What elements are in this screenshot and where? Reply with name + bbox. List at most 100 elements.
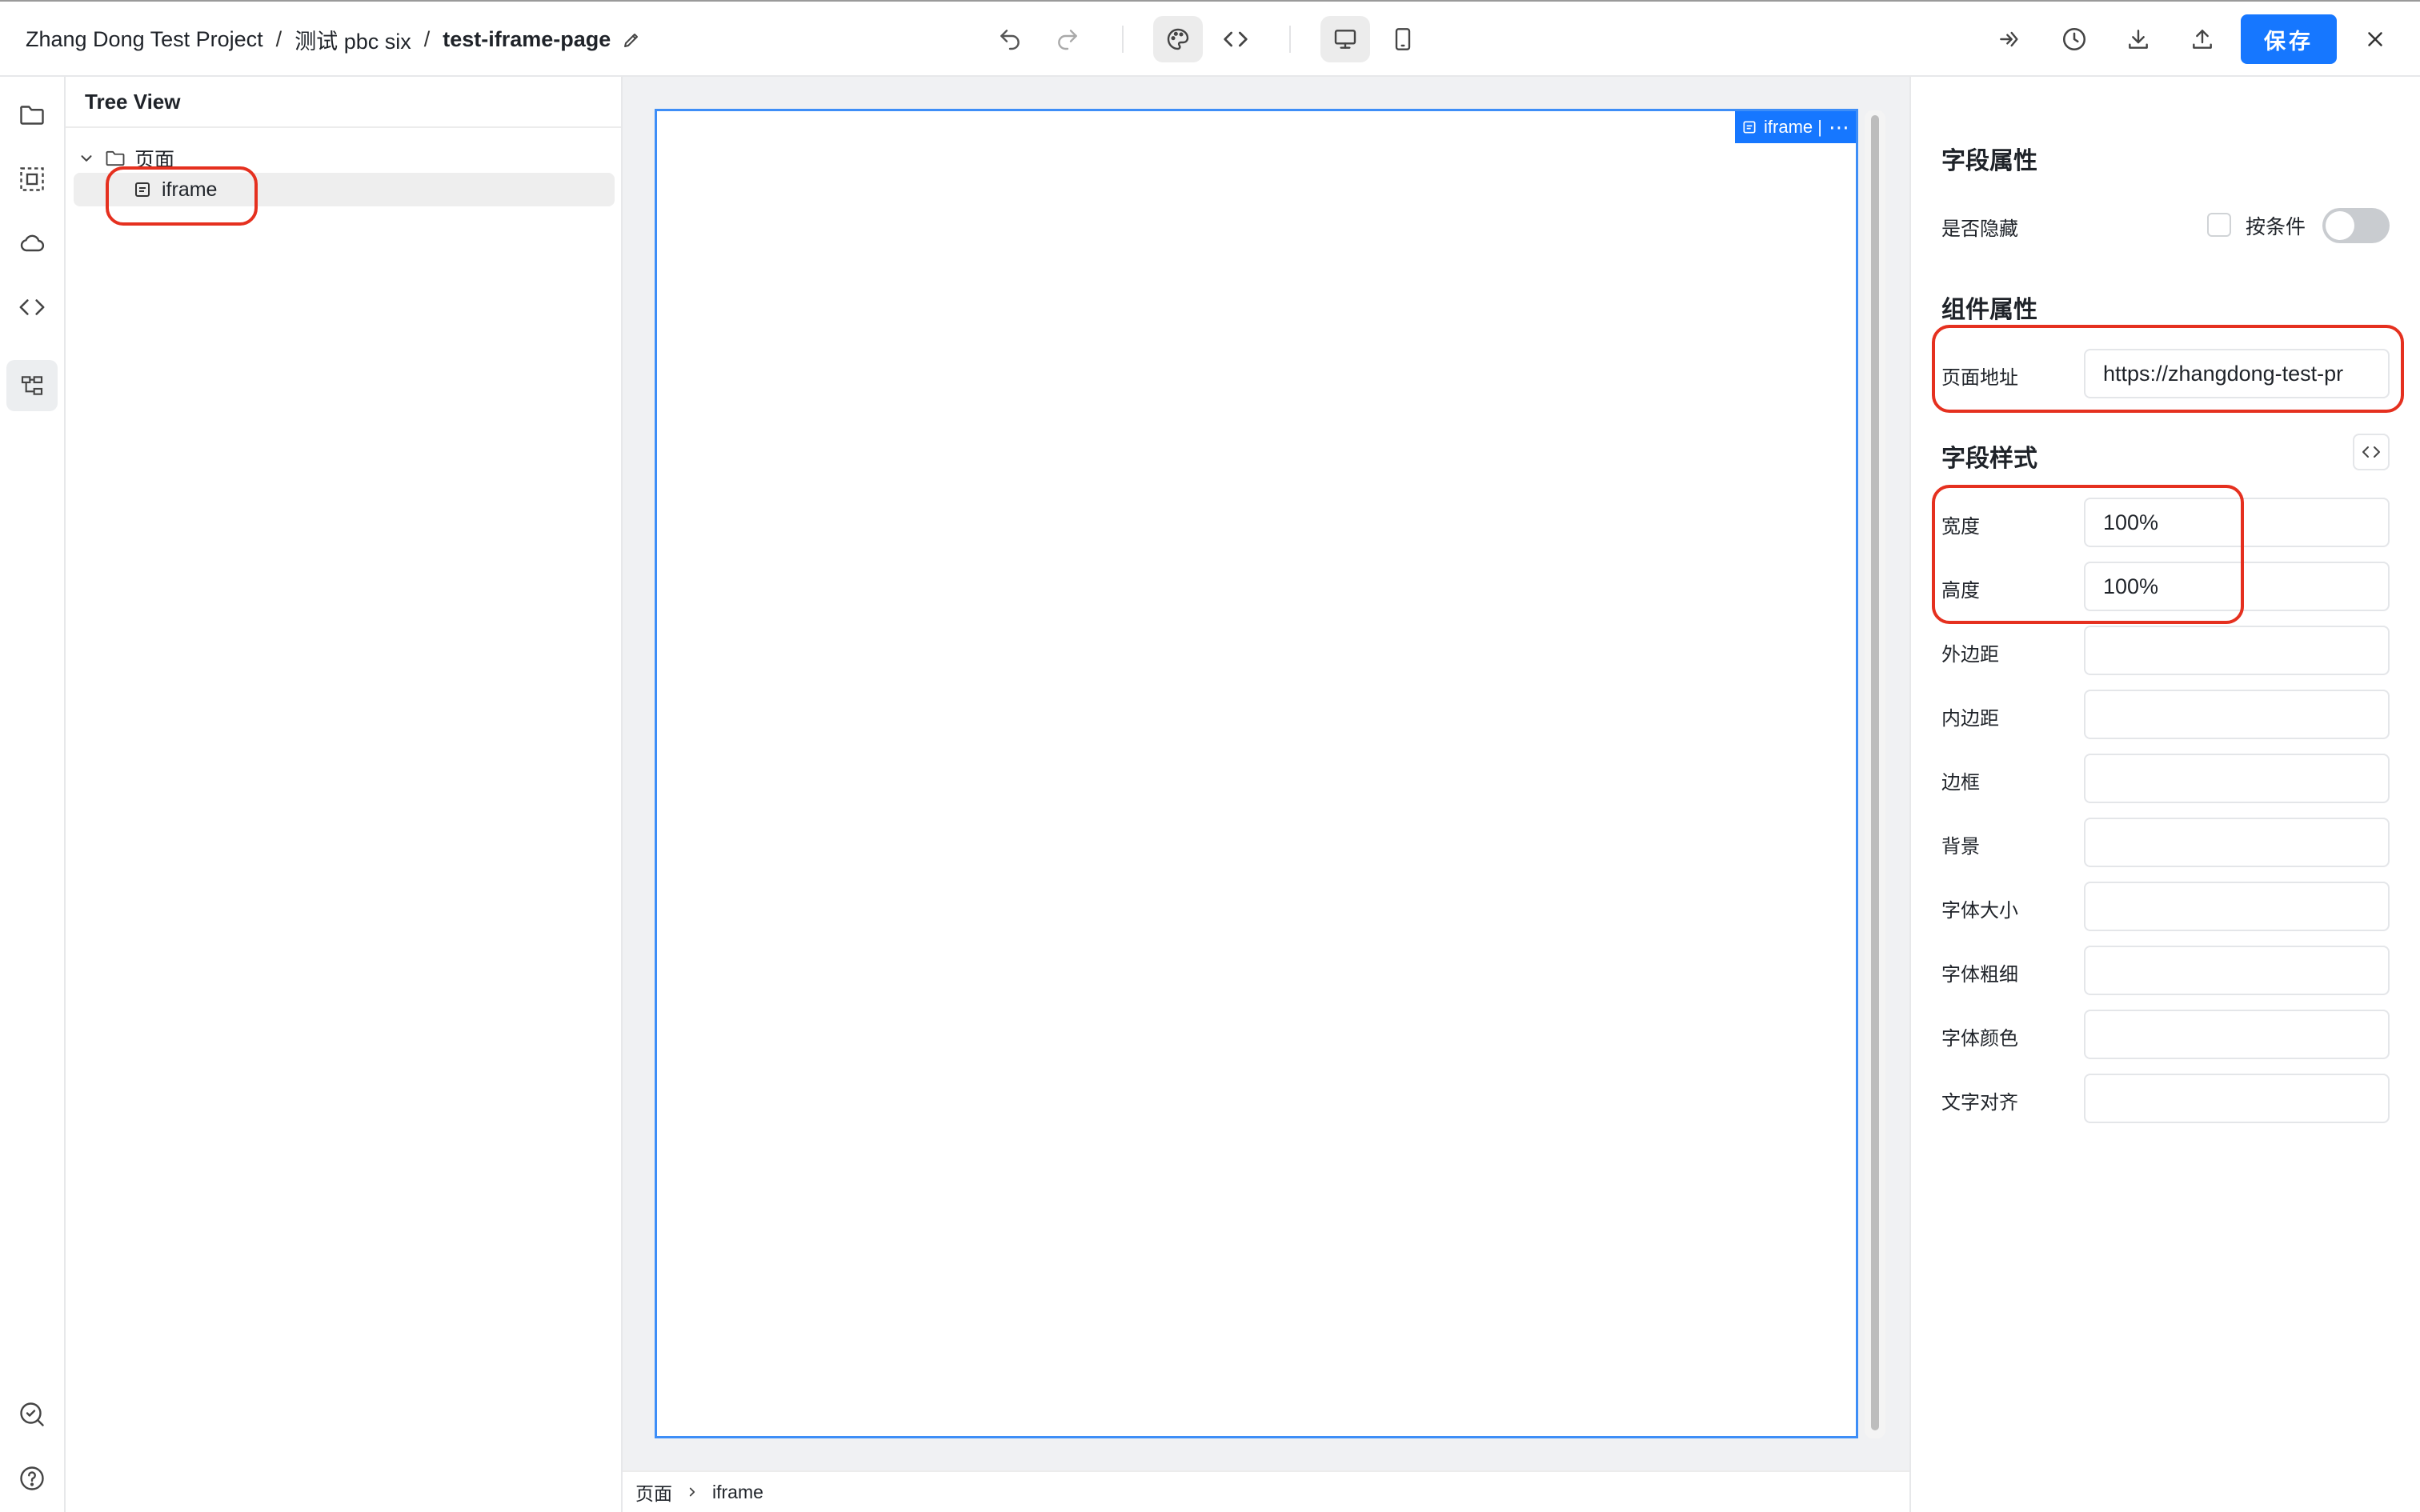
tree-item-page[interactable]: 页面 — [75, 142, 174, 174]
font-size-input[interactable] — [2084, 882, 2390, 931]
palette-icon — [1167, 28, 1189, 50]
rail-tree-button[interactable] — [6, 360, 58, 411]
height-label: 高度 — [1941, 580, 1980, 602]
width-label: 宽度 — [1941, 516, 1980, 538]
search-check-icon — [20, 1402, 44, 1426]
close-icon — [2368, 32, 2382, 46]
component-doc-icon — [1741, 119, 1757, 135]
section-title-field-style: 字段样式 — [1941, 446, 2037, 472]
code-icon — [2362, 446, 2380, 458]
close-button[interactable] — [2350, 16, 2400, 62]
breadcrumb-page: test-iframe-page — [443, 27, 611, 51]
font-weight-input[interactable] — [2084, 946, 2390, 995]
background-input[interactable] — [2084, 818, 2390, 867]
breadcrumb-separator: / — [275, 27, 282, 51]
condition-toggle[interactable] — [2322, 208, 2390, 243]
font-weight-label: 字体粗细 — [1941, 964, 2018, 986]
border-input[interactable] — [2084, 754, 2390, 803]
history-button[interactable] — [2049, 16, 2099, 62]
tree-item-iframe[interactable]: iframe — [74, 173, 615, 206]
component-icon — [20, 167, 44, 191]
merge-icon — [2000, 31, 2018, 47]
design-canvas[interactable]: iframe | ⋯ — [623, 77, 1909, 1470]
rail-data-button[interactable] — [6, 218, 58, 269]
border-label: 边框 — [1941, 772, 1980, 794]
top-toolbar: Zhang Dong Test Project / 测试 pbc six / t… — [0, 0, 2420, 77]
undo-button[interactable] — [985, 16, 1035, 62]
design-mode-button[interactable] — [1153, 16, 1203, 62]
download-button[interactable] — [2113, 16, 2163, 62]
component-breadcrumb-current[interactable]: iframe — [712, 1482, 763, 1503]
desktop-icon — [1334, 30, 1356, 49]
save-button[interactable]: 保存 — [2241, 14, 2337, 64]
edit-pencil-icon[interactable] — [622, 30, 641, 50]
component-doc-icon — [133, 180, 152, 199]
style-code-button[interactable] — [2353, 434, 2390, 470]
breadcrumb-separator: / — [423, 27, 431, 51]
toggle-knob — [2326, 211, 2354, 240]
margin-label: 外边距 — [1941, 644, 1999, 666]
font-size-label: 字体大小 — [1941, 900, 2018, 922]
redo-button[interactable] — [1043, 16, 1092, 62]
width-input[interactable]: 100% — [2084, 498, 2390, 547]
tree-panel: Tree View 页面 iframe — [66, 77, 623, 1512]
hidden-label: 是否隐藏 — [1941, 218, 2018, 240]
breadcrumb: Zhang Dong Test Project / 测试 pbc six / t… — [26, 24, 641, 55]
rail-pages-button[interactable] — [6, 90, 58, 141]
margin-input[interactable] — [2084, 626, 2390, 675]
download-icon — [2129, 30, 2148, 49]
font-color-label: 字体颜色 — [1941, 1028, 2018, 1050]
tree-item-label: iframe — [162, 178, 218, 201]
text-align-label: 文字对齐 — [1941, 1092, 2018, 1114]
code-mode-button[interactable] — [1211, 16, 1260, 62]
mobile-view-button[interactable] — [1378, 16, 1428, 62]
scrollbar-thumb[interactable] — [1871, 115, 1879, 1430]
chevron-down-icon[interactable] — [75, 150, 98, 167]
folder-icon — [20, 106, 44, 125]
properties-panel: 字段属性 是否隐藏 按条件 组件属性 页面地址 https://zhangdon… — [1909, 77, 2420, 1512]
rail-code-button[interactable] — [6, 282, 58, 333]
selected-component-tag[interactable]: iframe | ⋯ — [1735, 111, 1856, 143]
page-url-label: 页面地址 — [1941, 367, 2018, 389]
condition-label: 按条件 — [2246, 216, 2306, 238]
canvas-scrollbar[interactable] — [1865, 110, 1885, 1438]
folder-icon — [104, 147, 126, 170]
padding-label: 内边距 — [1941, 708, 1999, 730]
component-breadcrumb: 页面 iframe — [623, 1470, 1909, 1512]
cloud-icon — [20, 234, 45, 252]
page-url-input[interactable]: https://zhangdong-test-pr — [2084, 349, 2390, 398]
text-align-input[interactable] — [2084, 1074, 2390, 1123]
background-label: 背景 — [1941, 836, 1980, 858]
height-input[interactable]: 100% — [2084, 562, 2390, 611]
breadcrumb-project[interactable]: Zhang Dong Test Project — [26, 27, 263, 52]
selected-component-label: iframe | — [1764, 117, 1822, 137]
padding-input[interactable] — [2084, 690, 2390, 739]
upload-icon — [2193, 30, 2212, 49]
hidden-checkbox[interactable] — [2207, 213, 2231, 237]
rail-check-button[interactable] — [6, 1389, 58, 1440]
tree-structure-icon — [21, 376, 43, 395]
code-icon — [1224, 31, 1248, 47]
upload-button[interactable] — [2178, 16, 2227, 62]
tree-item-label: 页面 — [134, 149, 175, 171]
desktop-view-button[interactable] — [1320, 16, 1370, 62]
font-color-input[interactable] — [2084, 1010, 2390, 1059]
component-breadcrumb-root[interactable]: 页面 — [635, 1478, 672, 1506]
section-title-component-props: 组件属性 — [1941, 297, 2037, 323]
clock-icon — [2062, 27, 2086, 51]
left-rail — [0, 77, 66, 1512]
undo-icon — [1000, 30, 1020, 50]
help-icon — [20, 1466, 44, 1490]
rail-components-button[interactable] — [6, 154, 58, 205]
chevron-right-icon — [685, 1485, 699, 1499]
toolbar-divider — [1122, 26, 1124, 53]
breadcrumb-app[interactable]: 测试 pbc six — [294, 24, 411, 55]
toolbar-divider — [1289, 26, 1291, 53]
mobile-icon — [1395, 28, 1411, 50]
iframe-component-preview[interactable]: iframe | ⋯ — [655, 109, 1858, 1438]
rail-help-button[interactable] — [6, 1453, 58, 1504]
more-icon[interactable]: ⋯ — [1829, 117, 1849, 138]
section-title-field-props: 字段属性 — [1941, 148, 2037, 174]
publish-branch-button[interactable] — [1985, 16, 2034, 62]
divider — [66, 126, 621, 128]
